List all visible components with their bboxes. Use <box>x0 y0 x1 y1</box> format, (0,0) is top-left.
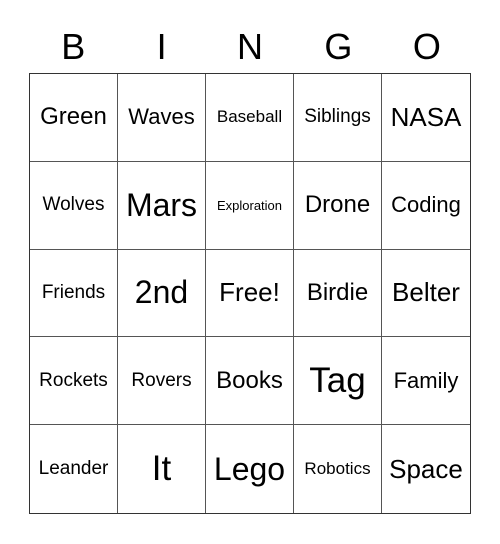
bingo-cell[interactable]: Belter <box>382 250 470 338</box>
bingo-cell[interactable]: Green <box>30 74 118 162</box>
bingo-cell[interactable]: Friends <box>30 249 118 338</box>
bingo-cell[interactable]: Leander <box>30 425 118 513</box>
bingo-cell[interactable]: Space <box>382 425 470 513</box>
bingo-cell[interactable]: Robotics <box>294 425 382 513</box>
bingo-header: B I N G O <box>29 22 471 72</box>
bingo-cell[interactable]: Family <box>382 337 470 426</box>
bingo-cell[interactable]: Exploration <box>206 161 294 250</box>
bingo-cell[interactable]: It <box>118 425 206 513</box>
bingo-cell[interactable]: Siblings <box>294 74 382 162</box>
bingo-cell[interactable]: Tag <box>294 337 382 426</box>
header-letter-g: G <box>324 26 353 67</box>
bingo-cell[interactable]: Books <box>206 337 294 426</box>
bingo-cell[interactable]: Birdie <box>294 249 382 338</box>
header-letter-o: O <box>412 26 441 67</box>
bingo-cell[interactable]: Rovers <box>118 337 206 426</box>
bingo-cell[interactable]: 2nd <box>118 249 206 338</box>
bingo-cell[interactable]: NASA <box>382 74 470 162</box>
bingo-cell[interactable]: Rockets <box>30 337 118 426</box>
bingo-cell[interactable]: Waves <box>118 74 206 162</box>
bingo-cell[interactable]: Drone <box>294 161 382 250</box>
header-letter-n: N <box>237 26 264 67</box>
header-letter-i: I <box>156 26 167 67</box>
bingo-cell[interactable]: Baseball <box>206 74 294 162</box>
header-letter-b: B <box>61 26 86 67</box>
free-space-cell[interactable]: Free! <box>206 249 294 338</box>
bingo-grid: Green Waves Baseball Siblings NASA Wolve… <box>29 73 471 514</box>
bingo-cell[interactable]: Coding <box>382 162 470 250</box>
bingo-cell[interactable]: Mars <box>118 161 206 250</box>
bingo-cell[interactable]: Wolves <box>30 161 118 250</box>
bingo-cell[interactable]: Lego <box>206 425 294 513</box>
